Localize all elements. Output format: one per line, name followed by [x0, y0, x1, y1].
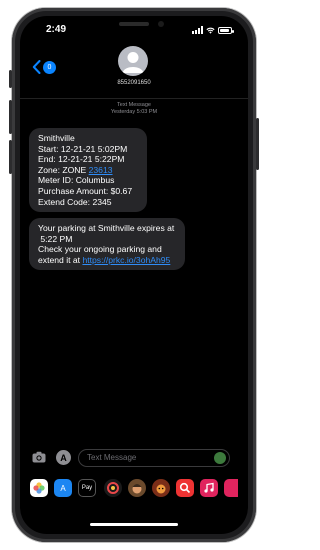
memoji-app-icon[interactable] — [128, 479, 146, 497]
zone-prefix: Zone: ZONE — [38, 164, 89, 175]
link-prefix: extend it at — [38, 254, 83, 265]
message-timestamp: Text Message Yesterday 5:03 PM — [20, 102, 248, 116]
contact-avatar[interactable] — [118, 46, 148, 76]
volume-down-button — [9, 140, 12, 174]
camera-icon[interactable] — [32, 451, 46, 463]
message-line: Meter ID: Columbus — [38, 175, 115, 186]
app-store-app-icon[interactable]: A — [54, 479, 72, 497]
message-line: Purchase Amount: $0.67 — [38, 185, 133, 196]
app-store-icon: A — [60, 452, 67, 463]
music-app-icon[interactable] — [200, 479, 218, 497]
message-input[interactable]: Text Message — [78, 449, 230, 467]
message-line: Extend Code: 2345 — [38, 196, 112, 207]
message-line: Smithville — [38, 133, 75, 143]
message-date-label: Yesterday 5:03 PM — [110, 109, 158, 115]
composer-bar: A Text Message — [20, 446, 248, 470]
message-line: Start: 12-21-21 5:02PM — [38, 143, 128, 154]
message-type-label: Text Message — [117, 102, 151, 108]
person-silhouette-icon — [122, 52, 144, 73]
animoji-app-icon[interactable] — [152, 479, 170, 497]
message-input-placeholder: Text Message — [87, 453, 137, 462]
message-line: extend it at https://prkc.io/3ohAh95 — [38, 255, 176, 266]
status-icons — [192, 26, 234, 34]
mute-switch — [9, 70, 12, 88]
apple-pay-label: Pay — [81, 485, 93, 491]
battery-icon — [218, 26, 234, 34]
status-time: 2:49 — [46, 24, 67, 35]
more-apps-icon[interactable] — [224, 479, 238, 497]
message-bubble-expiry[interactable]: Your parking at Smithville expires at 5:… — [29, 218, 185, 271]
app-store-button[interactable]: A — [56, 450, 71, 465]
search-images-app-icon[interactable] — [176, 479, 194, 497]
zone-number-link[interactable]: 23613 — [89, 165, 113, 175]
unread-count-badge: 0 — [43, 60, 56, 74]
home-indicator[interactable] — [90, 523, 178, 526]
photos-app-icon[interactable] — [30, 479, 48, 497]
message-line: End: 12-21-21 5:22PM — [38, 154, 125, 165]
screen: 2:49 0 8552091650 Text Message Yesterday… — [20, 16, 248, 534]
apple-pay-app-icon[interactable]: Pay — [78, 479, 96, 497]
digital-touch-app-icon[interactable] — [104, 479, 122, 497]
contact-name[interactable]: 8552091650 — [20, 80, 248, 86]
side-button — [256, 118, 259, 170]
cellular-signal-icon — [192, 26, 203, 34]
wifi-icon — [206, 27, 215, 34]
message-bubble-receipt[interactable]: Smithville Start: 12-21-21 5:02PM End: 1… — [29, 128, 147, 213]
parking-link[interactable]: https://prkc.io/3ohAh95 — [82, 255, 170, 265]
status-bar: 2:49 — [20, 24, 248, 38]
conversation-header: 0 8552091650 — [20, 38, 248, 99]
dictation-mic-icon[interactable] — [214, 452, 226, 464]
chevron-left-icon — [32, 60, 41, 74]
volume-up-button — [9, 100, 12, 134]
phone-frame: 2:49 0 8552091650 Text Message Yesterday… — [9, 8, 259, 542]
zone-line: Zone: ZONE 23613 — [38, 165, 138, 176]
message-line: Your parking at Smithville expires at — [38, 223, 175, 233]
imessage-app-strip: A Pay — [20, 476, 248, 502]
message-line: 5:22 PM — [38, 233, 73, 244]
message-line: Check your ongoing parking and — [38, 244, 162, 255]
back-button[interactable]: 0 — [32, 60, 56, 74]
